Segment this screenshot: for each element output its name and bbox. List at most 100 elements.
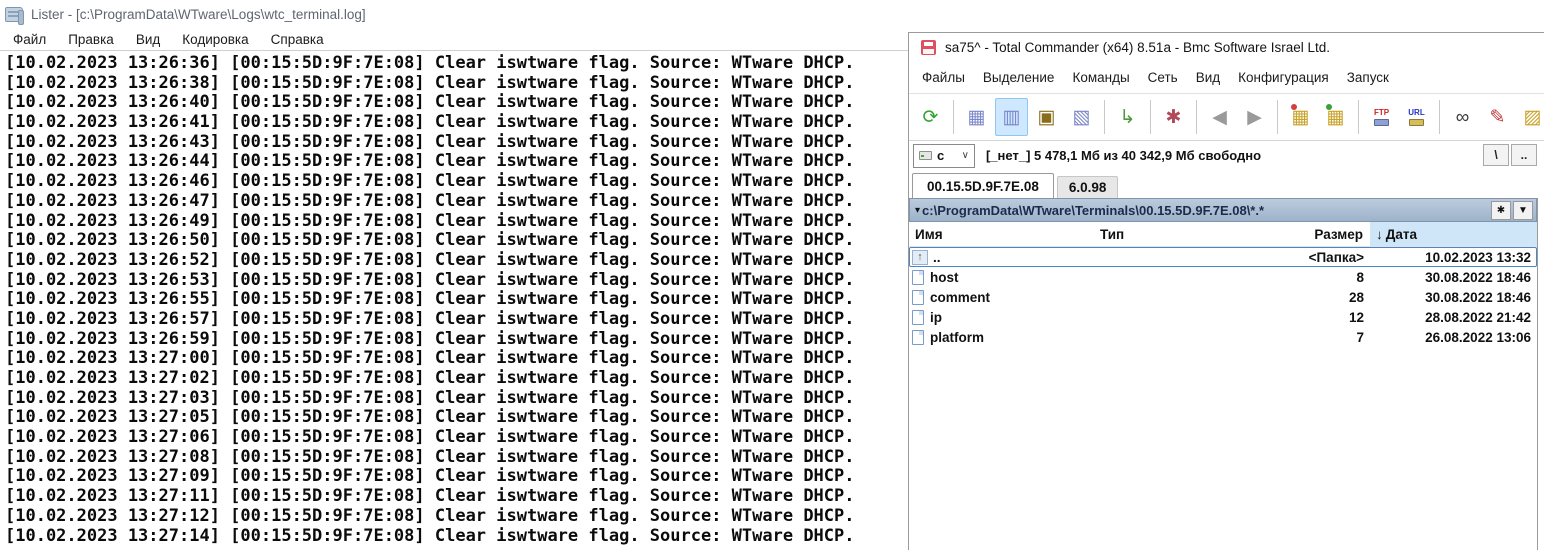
file-name-label: comment <box>930 290 990 305</box>
current-path: c:\ProgramData\WTware\Terminals\00.15.5D… <box>922 203 1264 218</box>
brief-view-icon[interactable]: ▦ <box>960 98 993 136</box>
log-line: [10.02.2023 13:26:52] [00:15:5D:9F:7E:08… <box>5 251 908 271</box>
lister-menu-item-Вид[interactable]: Вид <box>125 30 171 49</box>
log-viewer: [10.02.2023 13:26:36] [00:15:5D:9F:7E:08… <box>0 51 908 546</box>
ftp-url-icon-label: URL <box>1408 108 1424 117</box>
select-files-button[interactable]: ✱ <box>1491 201 1511 220</box>
multi-rename-icon[interactable]: ✎ <box>1481 98 1514 136</box>
tree-view-icon[interactable]: ▧ <box>1065 98 1098 136</box>
toolbar-separator <box>1104 100 1105 134</box>
file-row-host[interactable]: host830.08.2022 18:46 <box>909 267 1537 287</box>
file-date-cell: 28.08.2022 21:42 <box>1370 310 1537 325</box>
tc-menu-item-Выделение[interactable]: Выделение <box>974 66 1064 89</box>
file-name-label: host <box>930 270 959 285</box>
folder-tab-6.0.98[interactable]: 6.0.98 <box>1057 176 1119 198</box>
sync-dirs-icon-glyph: ▨ <box>1524 108 1542 127</box>
tc-menu-item-Файлы[interactable]: Файлы <box>913 66 974 89</box>
log-line: [10.02.2023 13:26:43] [00:15:5D:9F:7E:08… <box>5 133 908 153</box>
file-icon <box>912 290 924 305</box>
column-header-size[interactable]: Размер <box>1235 222 1370 246</box>
lister-menu-item-Файл[interactable]: Файл <box>2 30 57 49</box>
lister-menu-item-Кодировка[interactable]: Кодировка <box>171 30 259 49</box>
folder-tabs: 00.15.5D.9F.7E.086.0.98 <box>909 170 1544 198</box>
search-icon[interactable]: ∞ <box>1446 98 1479 136</box>
log-line: [10.02.2023 13:26:49] [00:15:5D:9F:7E:08… <box>5 212 908 232</box>
log-line: [10.02.2023 13:27:06] [00:15:5D:9F:7E:08… <box>5 428 908 448</box>
file-date-cell: 26.08.2022 13:06 <box>1370 330 1537 345</box>
branch-view-icon[interactable]: ↳ <box>1111 98 1144 136</box>
thumbnails-view-icon[interactable]: ▣ <box>1030 98 1063 136</box>
ftp-connect-icon[interactable]: FTP <box>1365 98 1398 136</box>
lister-window: Lister - [c:\ProgramData\WTware\Logs\wtc… <box>0 0 908 550</box>
lister-menu-item-Правка[interactable]: Правка <box>57 30 125 49</box>
drive-bar: c ∨ [_нет_] 5 478,1 Мб из 40 342,9 Мб св… <box>909 141 1544 170</box>
tc-window-title: sa75^ - Total Commander (x64) 8.51a - Bm… <box>945 40 1330 55</box>
log-line: [10.02.2023 13:26:40] [00:15:5D:9F:7E:08… <box>5 93 908 113</box>
thumbnails-view-icon-glyph: ▣ <box>1038 108 1056 127</box>
file-size-cell: 12 <box>1235 310 1370 325</box>
total-commander-window: sa75^ - Total Commander (x64) 8.51a - Bm… <box>908 32 1544 550</box>
toolbar-separator <box>1439 100 1440 134</box>
file-name-cell: host <box>909 270 1095 285</box>
file-name-label: .. <box>933 250 941 265</box>
refresh-icon-glyph: ⟳ <box>923 108 939 127</box>
file-size-cell: 28 <box>1235 290 1370 305</box>
tc-menu-item-Запуск[interactable]: Запуск <box>1338 66 1398 89</box>
tc-menu-item-Вид[interactable]: Вид <box>1187 66 1229 89</box>
log-line: [10.02.2023 13:26:55] [00:15:5D:9F:7E:08… <box>5 290 908 310</box>
path-dropdown-button[interactable]: ▼ <box>1513 201 1533 220</box>
full-view-icon[interactable]: ▥ <box>995 98 1028 136</box>
unpack-icon-glyph: ▦ <box>1327 108 1345 127</box>
forward-icon[interactable]: ▶ <box>1238 98 1271 136</box>
file-row-..[interactable]: ↑..<Папка>10.02.2023 13:32 <box>909 247 1537 267</box>
toolbar-separator <box>1358 100 1359 134</box>
tc-menubar: ФайлыВыделениеКомандыСетьВидКонфигурация… <box>909 62 1544 93</box>
file-date-cell: 30.08.2022 18:46 <box>1370 290 1537 305</box>
file-name-cell: ↑.. <box>909 250 1095 265</box>
tree-view-icon-glyph: ▧ <box>1073 108 1091 127</box>
file-icon <box>912 330 924 345</box>
drive-free-space-label: [_нет_] 5 478,1 Мб из 40 342,9 Мб свобод… <box>986 148 1261 163</box>
refresh-icon[interactable]: ⟳ <box>914 98 947 136</box>
lister-app-icon <box>5 7 23 22</box>
pack-icon[interactable]: ▦ <box>1284 98 1317 136</box>
file-row-ip[interactable]: ip 1228.08.2022 21:42 <box>909 307 1537 327</box>
multi-rename-icon-glyph: ✎ <box>1490 108 1506 127</box>
unpack-icon[interactable]: ▦ <box>1319 98 1352 136</box>
file-row-platform[interactable]: platform726.08.2022 13:06 <box>909 327 1537 347</box>
column-header-name[interactable]: Имя <box>909 222 1095 246</box>
tc-menu-item-Сеть[interactable]: Сеть <box>1139 66 1187 89</box>
toolbar-separator <box>953 100 954 134</box>
tc-menu-item-Команды[interactable]: Команды <box>1063 66 1138 89</box>
sync-dirs-icon[interactable]: ▨ <box>1516 98 1544 136</box>
lister-menu-item-Справка[interactable]: Справка <box>260 30 335 49</box>
log-line: [10.02.2023 13:27:14] [00:15:5D:9F:7E:08… <box>5 527 908 547</box>
path-bar[interactable]: ▾ c:\ProgramData\WTware\Terminals\00.15.… <box>909 198 1537 222</box>
file-name-cell: ip <box>909 310 1095 325</box>
run-params-icon[interactable]: ✱ <box>1157 98 1190 136</box>
log-line: [10.02.2023 13:26:44] [00:15:5D:9F:7E:08… <box>5 152 908 172</box>
file-list-empty-area[interactable] <box>909 347 1537 550</box>
run-params-icon-glyph: ✱ <box>1166 108 1182 127</box>
log-line: [10.02.2023 13:27:12] [00:15:5D:9F:7E:08… <box>5 507 908 527</box>
file-name-label: ip <box>930 310 942 325</box>
back-icon[interactable]: ◀ <box>1203 98 1236 136</box>
go-up-button[interactable]: .. <box>1511 144 1537 166</box>
folder-tab-00.15.5D.9F.7E.08[interactable]: 00.15.5D.9F.7E.08 <box>912 173 1054 198</box>
goto-root-button[interactable]: \ <box>1483 144 1509 166</box>
column-header-date[interactable]: ↓ Дата <box>1370 222 1537 246</box>
file-name-cell: platform <box>909 330 1095 345</box>
drive-combo[interactable]: c ∨ <box>913 144 975 168</box>
ftp-url-icon[interactable]: URL <box>1400 98 1433 136</box>
file-panel: ▾ c:\ProgramData\WTware\Terminals\00.15.… <box>909 198 1538 550</box>
log-line: [10.02.2023 13:27:05] [00:15:5D:9F:7E:08… <box>5 408 908 428</box>
log-line: [10.02.2023 13:27:00] [00:15:5D:9F:7E:08… <box>5 349 908 369</box>
up-dir-icon: ↑ <box>912 250 928 265</box>
column-header-type[interactable]: Тип <box>1095 222 1235 246</box>
file-row-comment[interactable]: comment 2830.08.2022 18:46 <box>909 287 1537 307</box>
log-line: [10.02.2023 13:26:46] [00:15:5D:9F:7E:08… <box>5 172 908 192</box>
file-name-cell: comment <box>909 290 1095 305</box>
lister-menubar: ФайлПравкаВидКодировкаСправка <box>0 28 908 51</box>
pack-icon-dot <box>1291 104 1297 110</box>
tc-menu-item-Конфигурация[interactable]: Конфигурация <box>1229 66 1338 89</box>
